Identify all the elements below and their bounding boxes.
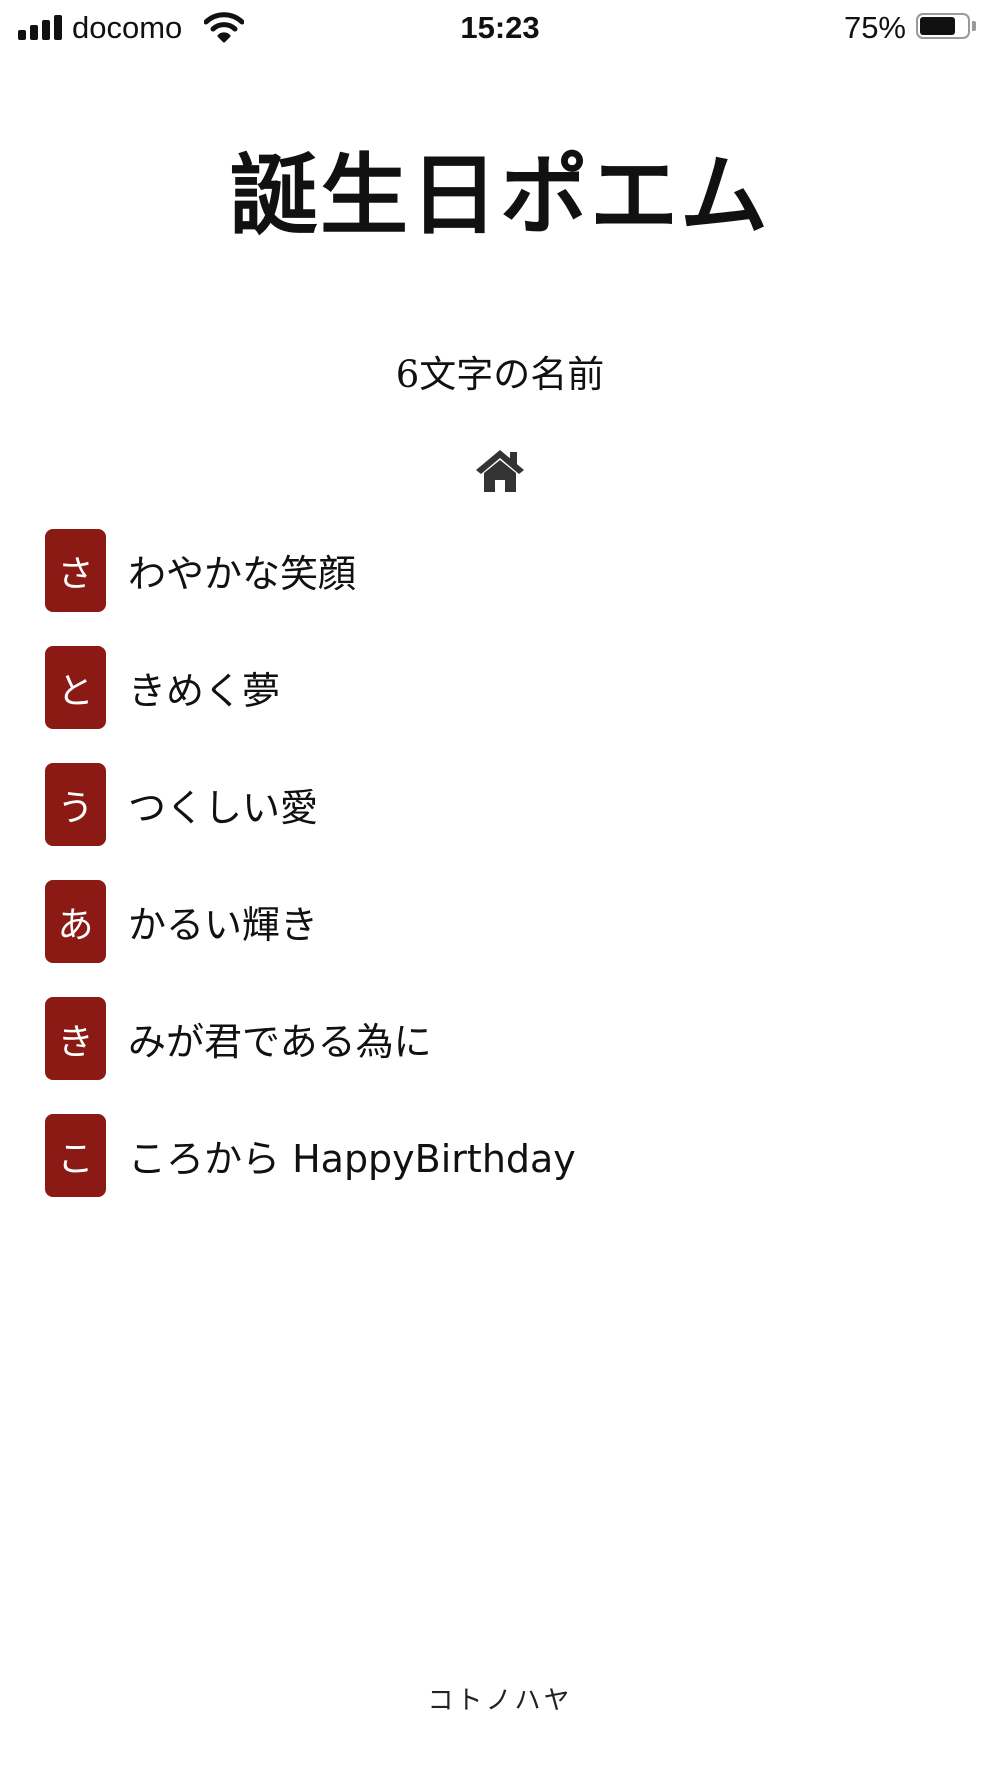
initial-badge: あ — [45, 880, 106, 963]
footer-brand: コトノハヤ — [427, 1686, 573, 1716]
screen: docomo 15:23 75% 誕生日ポエム 6文字の名前 さ わやかな笑顔 — [0, 0, 1000, 1778]
poem-line-text: ころから HappyBirthday — [128, 1137, 576, 1181]
status-bar: docomo 15:23 75% — [0, 0, 1000, 56]
poem-line: き みが君である為に — [45, 997, 965, 1080]
poem-line: う つくしい愛 — [45, 763, 965, 846]
poem-line-text: わやかな笑顔 — [128, 552, 357, 596]
poem-line: と きめく夢 — [45, 646, 965, 729]
home-icon-graphic — [476, 450, 524, 492]
battery-percentage: 75% — [843, 10, 906, 45]
initial-badge: き — [45, 997, 106, 1080]
initial-badge: う — [45, 763, 106, 846]
poem-line-text: みが君である為に — [128, 1020, 432, 1064]
poem-line-text: つくしい愛 — [128, 786, 319, 830]
initial-badge: と — [45, 646, 106, 729]
poem-line: こ ころから HappyBirthday — [45, 1114, 965, 1197]
poem-line: あ かるい輝き — [45, 880, 965, 963]
battery-icon — [916, 13, 978, 41]
initial-badge: こ — [45, 1114, 106, 1197]
poem-list: さ わやかな笑顔 と きめく夢 う つくしい愛 あ かるい輝き き みが君である… — [45, 529, 965, 1231]
poem-line-text: かるい輝き — [128, 903, 319, 947]
poem-line-text: きめく夢 — [128, 669, 281, 713]
page-subtitle: 6文字の名前 — [395, 353, 605, 396]
home-icon[interactable] — [474, 448, 526, 494]
poem-line: さ わやかな笑顔 — [45, 529, 965, 612]
initial-badge: さ — [45, 529, 106, 612]
battery-level-fill — [920, 17, 955, 35]
page-title: 誕生日ポエム — [229, 143, 770, 247]
